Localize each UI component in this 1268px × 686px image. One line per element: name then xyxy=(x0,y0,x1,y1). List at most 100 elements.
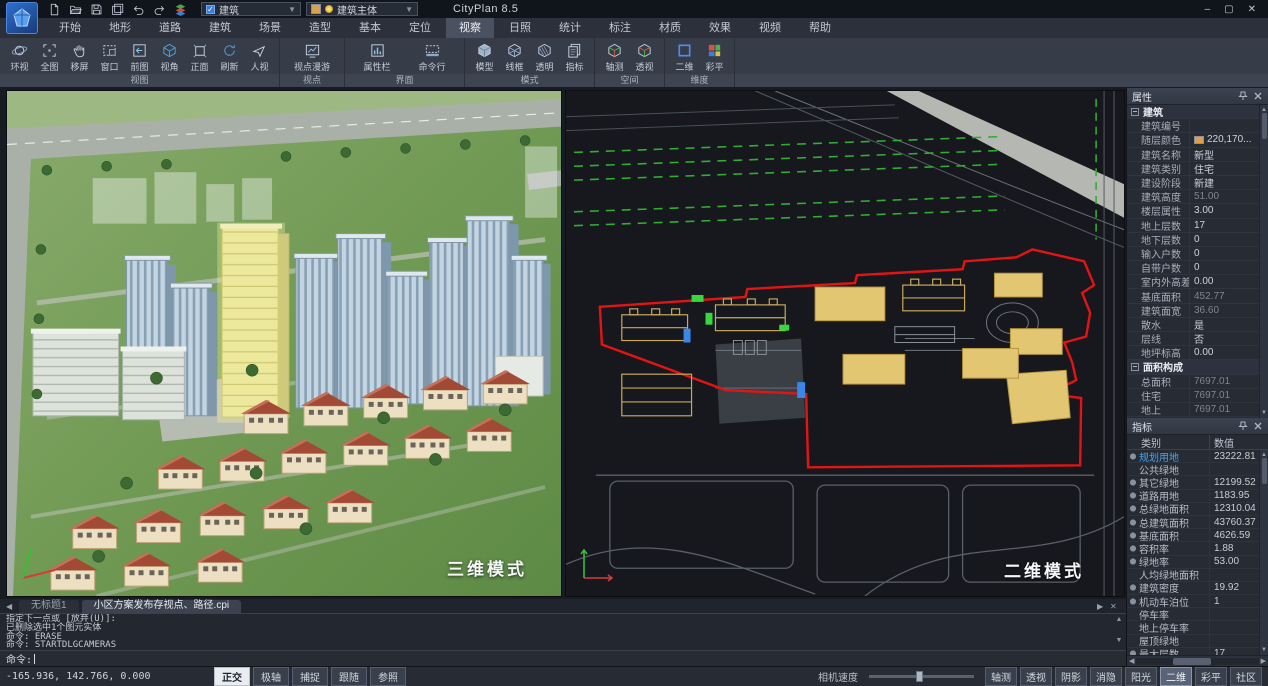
status-toggle[interactable]: 参照 xyxy=(370,667,406,686)
status-toggle[interactable]: 捕捉 xyxy=(292,667,328,686)
save-all-icon[interactable] xyxy=(109,2,125,17)
menu-tab[interactable]: 场景 xyxy=(246,16,294,38)
property-row[interactable]: 层线 否 xyxy=(1127,332,1259,346)
property-row[interactable]: 地坪标高 0.00 xyxy=(1127,346,1259,360)
properties-scrollbar[interactable]: ▲ ▼ xyxy=(1259,105,1268,418)
property-row[interactable]: 楼层属性 3.00 xyxy=(1127,204,1259,218)
menu-tab[interactable]: 视频 xyxy=(746,16,794,38)
undo-icon[interactable] xyxy=(130,2,146,17)
scroll-thumb[interactable] xyxy=(1262,458,1267,484)
menu-tab[interactable]: 帮助 xyxy=(796,16,844,38)
property-row[interactable]: 建设阶段 新建 xyxy=(1127,176,1259,190)
status-toggle[interactable]: 正交 xyxy=(214,667,250,686)
menu-tab[interactable]: 造型 xyxy=(296,16,344,38)
ribbon-button[interactable]: 环视 xyxy=(5,41,34,74)
view-mode-button[interactable]: 消隐 xyxy=(1090,667,1122,686)
ribbon-button[interactable]: 属性栏 xyxy=(350,41,404,74)
collapse-group-icon[interactable] xyxy=(1131,108,1139,116)
property-row[interactable]: 建筑面宽 36.60 xyxy=(1127,304,1259,318)
ribbon-button[interactable]: 命令行 xyxy=(405,41,459,74)
maximize-button[interactable]: ▢ xyxy=(1224,4,1233,15)
view-mode-button[interactable]: 社区 xyxy=(1230,667,1262,686)
ribbon-button[interactable]: 轴测 xyxy=(600,41,629,74)
view-mode-button[interactable]: 透视 xyxy=(1020,667,1052,686)
ribbon-button[interactable]: 人视 xyxy=(245,41,274,74)
panel-close-icon[interactable] xyxy=(1253,91,1263,101)
property-row[interactable]: 地上层数 17 xyxy=(1127,219,1259,233)
menu-tab[interactable]: 材质 xyxy=(646,16,694,38)
indicator-row[interactable]: ⬤ 最大层数 17 xyxy=(1127,648,1259,655)
3d-scene[interactable] xyxy=(7,91,561,596)
layers-icon[interactable] xyxy=(172,2,188,17)
property-row[interactable]: 室内外高差 0.00 xyxy=(1127,275,1259,289)
ribbon-button[interactable]: 刷新 xyxy=(215,41,244,74)
ribbon-button[interactable]: 透视 xyxy=(630,41,659,74)
menu-tab[interactable]: 建筑 xyxy=(196,16,244,38)
style-dropdown[interactable]: 建筑主体 ▼ xyxy=(306,2,418,16)
pin-icon[interactable] xyxy=(1238,91,1248,101)
status-toggle[interactable]: 极轴 xyxy=(253,667,289,686)
property-row[interactable]: 建筑编号 xyxy=(1127,119,1259,133)
scroll-left-icon[interactable]: ◀ xyxy=(1129,657,1134,665)
save-icon[interactable] xyxy=(88,2,104,17)
property-row[interactable]: 建筑名称 新型 xyxy=(1127,148,1259,162)
viewport-2d[interactable]: 二维模式 xyxy=(565,90,1125,597)
viewport-3d[interactable]: 三维模式 xyxy=(6,90,562,597)
menu-tab[interactable]: 道路 xyxy=(146,16,194,38)
2d-scene[interactable] xyxy=(566,91,1124,596)
scroll-thumb[interactable] xyxy=(1262,113,1267,139)
view-mode-button[interactable]: 二维 xyxy=(1160,667,1192,686)
ribbon-button[interactable]: 窗口 xyxy=(95,41,124,74)
app-logo-button[interactable] xyxy=(6,2,38,34)
document-tab[interactable]: 小区方案发布存视点、路径.cpi xyxy=(82,600,242,613)
property-row[interactable]: 输入户数 0 xyxy=(1127,247,1259,261)
camera-speed-slider[interactable] xyxy=(869,675,974,678)
property-row[interactable]: 建筑高度 51.00 xyxy=(1127,190,1259,204)
layer-dropdown[interactable]: ✓ 建筑 ▼ xyxy=(201,2,301,16)
checkbox-icon[interactable]: ✓ xyxy=(206,5,215,14)
tab-scroll-left-icon[interactable]: ◀ xyxy=(6,602,16,611)
view-mode-button[interactable]: 轴测 xyxy=(985,667,1017,686)
tab-scroll-right-icon[interactable]: ▶ xyxy=(1097,602,1107,611)
property-row[interactable]: 自带户数 0 xyxy=(1127,261,1259,275)
tab-close-icon[interactable]: ✕ xyxy=(1110,602,1120,611)
indicators-scrollbar[interactable]: ▲ ▼ xyxy=(1259,450,1268,655)
menu-tab[interactable]: 视察 xyxy=(446,16,494,38)
console-scroll-down-icon[interactable]: ▼ xyxy=(1116,637,1123,644)
property-row[interactable]: 散水 是 xyxy=(1127,318,1259,332)
color-swatch[interactable] xyxy=(1194,136,1204,144)
property-row[interactable]: 总面积 7697.01 xyxy=(1127,375,1259,389)
view-mode-button[interactable]: 阳光 xyxy=(1125,667,1157,686)
property-row[interactable]: 住宅 7697.01 xyxy=(1127,389,1259,403)
property-row[interactable]: 随层颜色 220,170... xyxy=(1127,133,1259,147)
property-row[interactable]: 建筑 xyxy=(1127,105,1259,119)
ribbon-button[interactable]: 前图 xyxy=(125,41,154,74)
collapse-group-icon[interactable] xyxy=(1131,363,1139,371)
open-file-icon[interactable] xyxy=(67,2,83,17)
menu-tab[interactable]: 效果 xyxy=(696,16,744,38)
slider-handle[interactable] xyxy=(916,671,923,682)
minimize-button[interactable]: – xyxy=(1205,4,1211,15)
indicators-hscrollbar[interactable]: ◀ ▶ xyxy=(1127,655,1268,666)
menu-tab[interactable]: 统计 xyxy=(546,16,594,38)
menu-tab[interactable]: 定位 xyxy=(396,16,444,38)
command-input[interactable]: 命令: xyxy=(0,650,1126,666)
property-row[interactable]: 基底面积 452.77 xyxy=(1127,289,1259,303)
property-row[interactable]: 建筑类别 住宅 xyxy=(1127,162,1259,176)
redo-icon[interactable] xyxy=(151,2,167,17)
menu-tab[interactable]: 开始 xyxy=(46,16,94,38)
view-mode-button[interactable]: 彩平 xyxy=(1195,667,1227,686)
ribbon-button[interactable]: 线框 xyxy=(500,41,529,74)
close-button[interactable]: ✕ xyxy=(1248,4,1256,15)
view-mode-button[interactable]: 阴影 xyxy=(1055,667,1087,686)
ribbon-button[interactable]: 视角 xyxy=(155,41,184,74)
ribbon-button[interactable]: 全图 xyxy=(35,41,64,74)
scroll-thumb[interactable] xyxy=(1173,658,1211,665)
new-file-icon[interactable] xyxy=(46,2,62,17)
scroll-down-icon[interactable]: ▼ xyxy=(1261,647,1267,653)
scroll-down-icon[interactable]: ▼ xyxy=(1261,410,1267,416)
menu-tab[interactable]: 基本 xyxy=(346,16,394,38)
property-row[interactable]: 地上 7697.01 xyxy=(1127,403,1259,417)
menu-tab[interactable]: 日照 xyxy=(496,16,544,38)
console-scroll-up-icon[interactable]: ▲ xyxy=(1116,616,1123,623)
